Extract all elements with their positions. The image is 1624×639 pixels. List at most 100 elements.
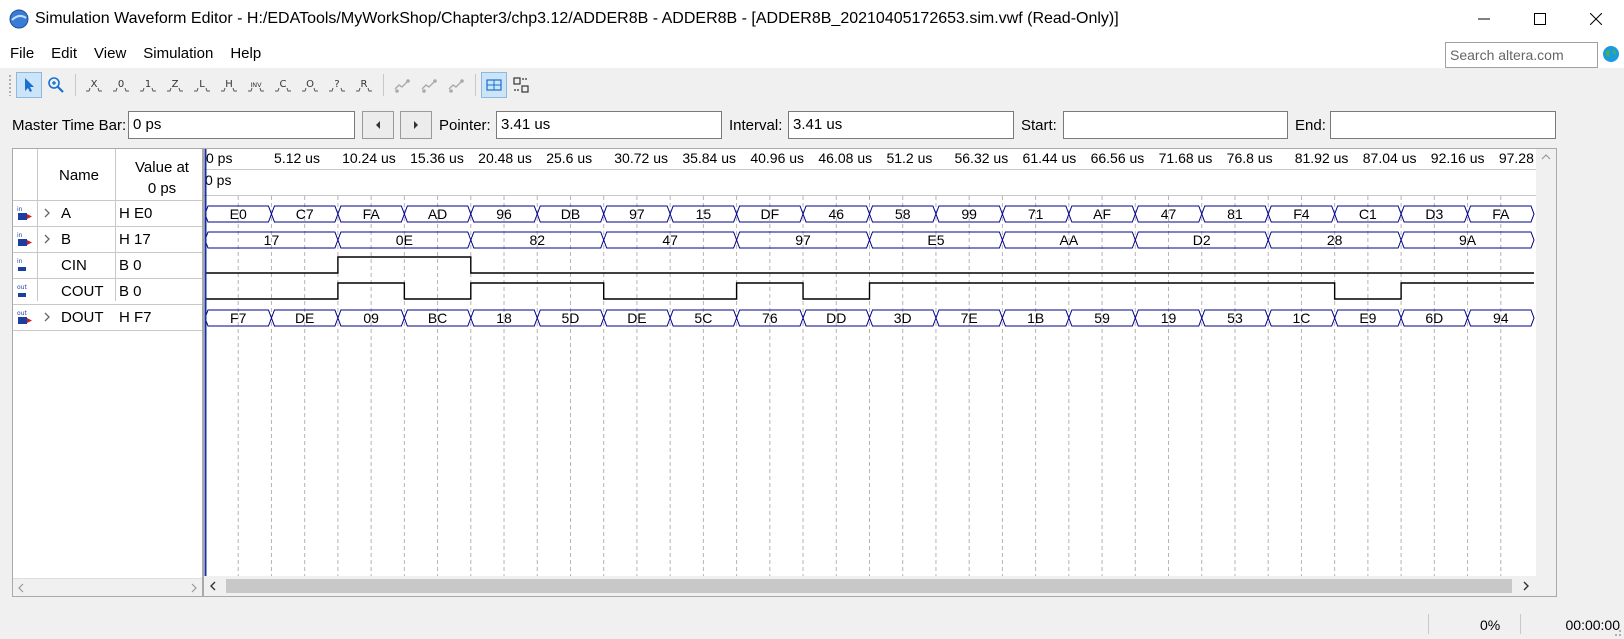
search-input[interactable]	[1445, 42, 1598, 68]
signal-list-panel: Name Value at 0 ps in A H E0 in B H 17 in CIN B …	[12, 148, 203, 597]
end-label: End:	[1295, 117, 1326, 134]
waveform-panel[interactable]: 0 ps 5.12 us 10.24 us 15.36 us 20.48 us 25.6 …	[203, 148, 1557, 597]
minimize-button[interactable]	[1456, 0, 1512, 38]
title-bar: Simulation Waveform Editor - H:/EDATools…	[0, 0, 1624, 38]
bus-value-label: DD	[826, 310, 846, 326]
bus-value-label: 99	[961, 206, 977, 222]
force-weak-high-icon: H	[221, 79, 237, 92]
signal-row[interactable]: out DOUT H F7	[13, 305, 202, 331]
random-values-icon: R	[356, 79, 372, 92]
close-button[interactable]	[1568, 0, 1624, 38]
force-low-icon: 0	[113, 79, 129, 92]
quartus-app-icon	[9, 9, 29, 29]
start-field[interactable]	[1063, 111, 1288, 139]
invert-button[interactable]: INV	[243, 72, 269, 98]
waveform-canvas[interactable]: 0 ps 5.12 us 10.24 us 15.36 us 20.48 us 25.6 …	[204, 149, 1536, 578]
selection-pointer-button[interactable]	[16, 72, 42, 98]
scroll-up-icon[interactable]	[1541, 153, 1551, 161]
signal-name: DOUT	[61, 309, 104, 326]
bus-value-label: 97	[629, 206, 645, 222]
time-tick-label: 46.08 us	[818, 150, 872, 166]
end-field[interactable]	[1330, 111, 1556, 139]
close-icon	[1590, 13, 1602, 25]
menu-bar: File Edit View Simulation Help	[0, 38, 1624, 68]
menu-view[interactable]: View	[94, 45, 126, 62]
value-column-header[interactable]: Value at 0 ps	[121, 157, 203, 199]
svg-text:H: H	[225, 79, 233, 90]
chevron-right-icon[interactable]	[42, 310, 52, 324]
force-weak-high-button[interactable]: H	[216, 72, 242, 98]
svg-text:?: ?	[334, 79, 339, 90]
next-transition-button[interactable]	[400, 111, 432, 139]
force-high-button[interactable]: 1	[135, 72, 161, 98]
scroll-left-icon[interactable]	[209, 581, 217, 591]
signal-value: H 17	[119, 231, 151, 248]
menu-file[interactable]: File	[10, 45, 34, 62]
force-high-impedance-button[interactable]: Z	[162, 72, 188, 98]
waveform-horizontal-scrollbar[interactable]	[204, 576, 1556, 596]
dont-care-button[interactable]: ?	[324, 72, 350, 98]
time-tick-label: 35.84 us	[682, 150, 736, 166]
bus-value-label: DE	[295, 310, 314, 326]
bus-value-label: 97	[795, 232, 811, 248]
toolbar-grip[interactable]	[8, 74, 12, 96]
zoom-button[interactable]	[43, 72, 69, 98]
signal-name: B	[61, 231, 72, 248]
grid-button[interactable]	[508, 72, 534, 98]
svg-text:O: O	[306, 79, 314, 90]
random-values-button[interactable]: R	[351, 72, 377, 98]
time-tick-label: 97.28 us	[1499, 150, 1536, 166]
previous-transition-button[interactable]	[362, 111, 394, 139]
bus-value-label: 5C	[694, 310, 712, 326]
bus-value-label: 3D	[894, 310, 912, 326]
horizontal-scroll-thumb[interactable]	[226, 579, 1512, 593]
svg-text:X: X	[91, 79, 98, 90]
grid-settings-icon	[421, 79, 437, 93]
scroll-right-icon[interactable]	[190, 583, 198, 593]
menu-help[interactable]: Help	[230, 45, 261, 62]
force-unknown-button[interactable]: X	[81, 72, 107, 98]
signal-row[interactable]: in A H E0	[13, 201, 202, 227]
name-column-header[interactable]: Name	[59, 167, 99, 184]
time-tick-label: 40.96 us	[750, 150, 804, 166]
chevron-right-icon[interactable]	[42, 206, 52, 220]
snap-to-grid-button[interactable]	[389, 72, 415, 98]
sort-button[interactable]	[443, 72, 469, 98]
count-value-button[interactable]: C	[270, 72, 296, 98]
overwrite-clock-icon: O	[302, 79, 318, 92]
scroll-right-icon[interactable]	[1522, 581, 1530, 591]
bus-value-label: 19	[1161, 310, 1177, 326]
value-header-line2: 0 ps	[147, 180, 177, 197]
bus-value-label: E5	[927, 232, 944, 248]
grid-settings-button[interactable]	[416, 72, 442, 98]
chevron-right-icon[interactable]	[42, 232, 52, 246]
scroll-left-icon[interactable]	[17, 583, 25, 593]
signal-row[interactable]: in B H 17	[13, 227, 202, 253]
menu-edit[interactable]: Edit	[51, 45, 77, 62]
menu-simulation[interactable]: Simulation	[143, 45, 213, 62]
pointer-field[interactable]: 3.41 us	[496, 111, 722, 139]
signal-row[interactable]: in CIN B 0	[13, 253, 202, 279]
waveform-view-button[interactable]	[481, 72, 507, 98]
resize-grip-icon[interactable]	[1612, 627, 1622, 637]
bus-value-label: 28	[1327, 232, 1343, 248]
signal-name: COUT	[61, 283, 104, 300]
interval-field[interactable]: 3.41 us	[788, 111, 1014, 139]
signal-row[interactable]: out COUT B 0	[13, 279, 202, 305]
force-low-button[interactable]: 0	[108, 72, 134, 98]
arrow-right-icon	[414, 121, 418, 129]
waveform-view-icon	[486, 79, 502, 91]
signal-list-scrollbar[interactable]	[13, 578, 202, 596]
globe-icon[interactable]	[1602, 45, 1620, 63]
bus-value-label: AA	[1060, 232, 1079, 248]
master-time-bar-field[interactable]: 0 ps	[128, 111, 355, 139]
waveform-vertical-scrollbar[interactable]	[1536, 149, 1556, 578]
bus-value-label: 18	[496, 310, 512, 326]
maximize-button[interactable]	[1512, 0, 1568, 38]
overwrite-clock-button[interactable]: O	[297, 72, 323, 98]
bit-waveform-cout[interactable]	[205, 282, 1534, 300]
bus-value-label: 5D	[562, 310, 580, 326]
bus-value-label: 58	[895, 206, 911, 222]
bus-value-label: C1	[1359, 206, 1377, 222]
force-weak-low-button[interactable]: L	[189, 72, 215, 98]
